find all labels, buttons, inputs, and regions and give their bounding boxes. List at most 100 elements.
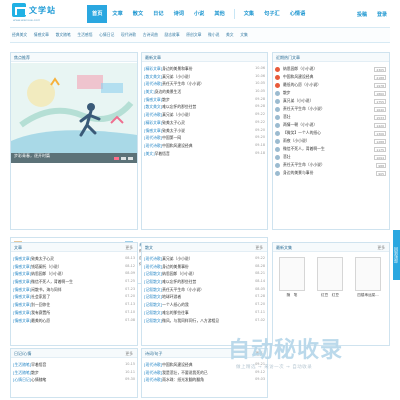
more-link[interactable]: 更多 bbox=[125, 349, 133, 358]
rank-item[interactable]: 散步 1860 bbox=[273, 89, 389, 97]
item-title[interactable]: 难忘的那些往事 bbox=[162, 310, 189, 315]
list-item[interactable]: [记叙散文]难忘的那些往事 07-11 bbox=[142, 309, 267, 317]
list-item[interactable]: [情感文章]钱塔阑托（小说） 08-12 bbox=[11, 263, 137, 271]
list-item[interactable]: [情感文章]致美太子心灵 08-13 bbox=[11, 255, 137, 263]
book-caption[interactable]: 四楼串运菜... bbox=[353, 293, 383, 298]
list-item[interactable]: [记叙散文]责任天平生命（小小说） 08-05 bbox=[142, 286, 267, 294]
rank-item[interactable]: 真兄弟（小小说） 1755 bbox=[273, 97, 389, 105]
list-item[interactable]: [现代诗歌]真兄弟（小小说） 09-22 bbox=[142, 255, 267, 263]
item-title[interactable]: 散步 bbox=[162, 97, 170, 102]
subnav-item[interactable]: 美文 bbox=[226, 32, 234, 38]
item-category[interactable]: [现代诗歌] bbox=[144, 135, 162, 140]
item-category[interactable]: [生活随笔] bbox=[13, 362, 31, 367]
item-title[interactable]: 致美太子心灵 bbox=[162, 120, 185, 125]
rank-item[interactable]: 最低的心愿（小小说） 1978 bbox=[273, 81, 389, 89]
book-caption[interactable]: 随 笔 bbox=[277, 293, 307, 298]
list-item[interactable]: [散文美文]真兄弟（小小说） 10-06 bbox=[142, 73, 267, 81]
item-category[interactable]: [现代诗歌] bbox=[144, 81, 162, 86]
rank-title[interactable]: 最低的心愿（小小说） bbox=[283, 82, 321, 87]
list-item[interactable]: [情感文章]我有赛置所 07-10 bbox=[11, 309, 137, 317]
rank-title[interactable]: 真兄弟（小小说） bbox=[283, 98, 313, 103]
item-category[interactable]: [心情日记] bbox=[13, 377, 31, 382]
item-title[interactable]: 最美的心愿 bbox=[31, 318, 50, 323]
subnav-item[interactable]: 现代诗歌 bbox=[121, 32, 136, 38]
item-category[interactable]: [情感文章] bbox=[13, 287, 31, 292]
item-category[interactable]: [记叙散文] bbox=[144, 279, 162, 284]
list-item[interactable]: [情感文章]社会家居了 07-20 bbox=[11, 293, 137, 301]
item-category[interactable]: [记叙散文] bbox=[144, 294, 162, 299]
list-item[interactable]: [记叙散文]难以忘怀的那些往昔 08-14 bbox=[142, 278, 267, 286]
rank-title[interactable]: 身边的美景与事份 bbox=[283, 170, 313, 175]
item-title[interactable]: 钱塔阑托（小说） bbox=[31, 264, 61, 269]
subnav-item[interactable]: 经典美文 bbox=[12, 32, 27, 38]
item-category[interactable]: [现代诗歌] bbox=[144, 112, 162, 117]
list-item[interactable]: [情感文章]纳思园郎（小小说） 08-09 bbox=[11, 270, 137, 278]
list-item[interactable]: [情感文章]致美太子小说 09-20 bbox=[142, 127, 267, 135]
item-category[interactable]: [现代诗歌] bbox=[144, 264, 162, 269]
item-title[interactable]: 真兄弟（小小说） bbox=[162, 112, 192, 117]
rank-item[interactable]: 两情一朝（小小说） 1420 bbox=[273, 121, 389, 129]
rank-item[interactable]: 中国和风建设经典 2188 bbox=[273, 73, 389, 81]
book-cover[interactable] bbox=[317, 257, 343, 291]
item-title[interactable]: 地球环游者 bbox=[162, 294, 181, 299]
list-item[interactable]: [现代诗歌]真兄弟（小小说） 09-22 bbox=[142, 111, 267, 119]
list-item[interactable]: [散文美文]难以忘怀的那些往昔 09-28 bbox=[142, 103, 267, 111]
item-category[interactable]: [散文美文] bbox=[144, 104, 162, 109]
more-link[interactable]: 更多 bbox=[255, 243, 263, 252]
list-item[interactable]: [现代诗歌]中国第一网 09-20 bbox=[142, 134, 267, 142]
item-category[interactable]: [情感文章] bbox=[13, 279, 31, 284]
back-to-top-tab[interactable]: 回到顶部 bbox=[393, 230, 400, 280]
item-title[interactable]: 纳思园郎（小小说） bbox=[162, 271, 196, 276]
site-logo[interactable]: 文学站 bbox=[12, 3, 56, 17]
item-category[interactable]: [情感文章] bbox=[13, 318, 31, 323]
slide-dot[interactable] bbox=[128, 157, 133, 160]
item-category[interactable]: [现代诗歌] bbox=[144, 362, 162, 367]
rank-item[interactable]: 责任天平生命（小小说） 1640 bbox=[273, 105, 389, 113]
list-item[interactable]: [记叙散文]地球环游者 07-28 bbox=[142, 293, 267, 301]
nav-home[interactable]: 首页 bbox=[87, 5, 108, 23]
nav-sentences[interactable]: 句子汇 bbox=[259, 5, 285, 23]
rank-item[interactable]: 身边的美景与事份 905 bbox=[273, 169, 389, 177]
item-title[interactable]: 雨水珠：纸光发翻的翻角 bbox=[162, 377, 204, 382]
item-category[interactable]: [生活随笔] bbox=[13, 370, 31, 375]
item-title[interactable]: 罕着悟音 bbox=[31, 362, 46, 367]
list-item[interactable]: [美文]罕着悟音 09-18 bbox=[142, 150, 267, 158]
item-title[interactable]: 我是悲壮，不要说我死的已 bbox=[162, 370, 208, 375]
nav-mood[interactable]: 心情语 bbox=[285, 5, 311, 23]
item-title[interactable]: 中国和风建设经典 bbox=[162, 362, 192, 367]
list-item[interactable]: [生活随笔]散步 10-11 bbox=[11, 369, 137, 377]
subnav-item[interactable]: 生活感悟 bbox=[77, 32, 92, 38]
item-title[interactable]: 难以忘怀的那些往昔 bbox=[162, 104, 196, 109]
item-title[interactable]: 责任天平生命（小小说） bbox=[162, 81, 204, 86]
list-item[interactable]: [情感文章]散步 09-28 bbox=[142, 96, 267, 104]
item-title[interactable]: 心情随笔 bbox=[31, 377, 46, 382]
list-item[interactable]: [心情日记]心情随笔 09-30 bbox=[11, 376, 137, 384]
list-item[interactable]: [精彩文章]致美太子心灵 09-22 bbox=[142, 119, 267, 127]
item-title[interactable]: 别一回你住 bbox=[31, 302, 50, 307]
item-category[interactable]: [记叙散文] bbox=[144, 310, 162, 315]
nav-collections[interactable]: 文集 bbox=[239, 5, 259, 23]
item-category[interactable]: [精彩文章] bbox=[144, 120, 162, 125]
list-item[interactable]: [情感文章]闲散书，海与同伴 07-23 bbox=[11, 286, 137, 294]
list-item[interactable]: [情感文章]微信不死人，背着啊一生 07-25 bbox=[11, 278, 137, 286]
list-item[interactable]: [现代诗歌]责任天平生命（小小说） 10-05 bbox=[142, 80, 267, 88]
list-item[interactable]: [精彩文章]身边的美景和事份 10-06 bbox=[142, 65, 267, 73]
list-item[interactable]: [现代诗歌]身边的美景事份 08-28 bbox=[142, 263, 267, 271]
item-category[interactable]: [情感文章] bbox=[144, 97, 162, 102]
item-category[interactable]: [现代诗歌] bbox=[144, 370, 162, 375]
nav-poetry[interactable]: 诗词 bbox=[169, 5, 189, 23]
more-link[interactable]: 更多 bbox=[125, 243, 133, 252]
rank-item[interactable]: 责任天平生命（小小说） 988 bbox=[273, 161, 389, 169]
list-item[interactable]: [生活随笔]罕着悟音 10-15 bbox=[11, 361, 137, 369]
item-category[interactable]: [情感文章] bbox=[13, 310, 31, 315]
rank-title[interactable]: 【微笑】一个人的纸心 bbox=[283, 130, 321, 135]
subnav-item[interactable]: 励志故事 bbox=[164, 32, 179, 38]
item-category[interactable]: [情感文章] bbox=[13, 294, 31, 299]
item-category[interactable]: [情感文章] bbox=[13, 256, 31, 261]
rank-title[interactable]: 悲壮 bbox=[283, 114, 291, 119]
list-item[interactable]: [记叙散文]微风，与我同样同行，八方游相见 07-02 bbox=[142, 317, 267, 325]
item-title[interactable]: 闲散书，海与同伴 bbox=[31, 287, 61, 292]
item-title[interactable]: 一个人纸心的我 bbox=[162, 302, 189, 307]
item-category[interactable]: [记叙散文] bbox=[144, 287, 162, 292]
item-category[interactable]: [记叙散文] bbox=[144, 302, 162, 307]
